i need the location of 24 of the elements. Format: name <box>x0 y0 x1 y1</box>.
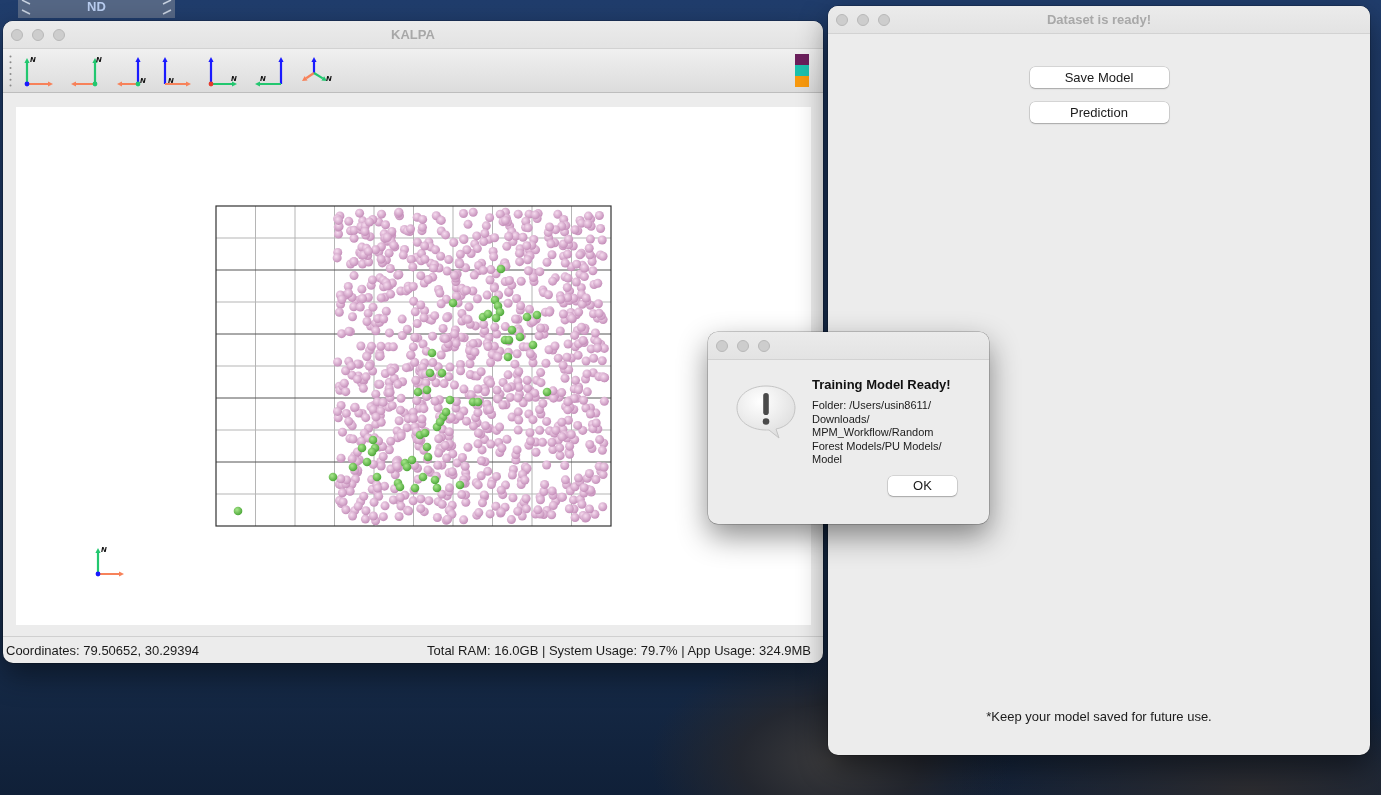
slash-marks-icon <box>162 0 172 15</box>
close-button[interactable] <box>11 28 23 41</box>
window-title: Dataset is ready! <box>1046 12 1152 27</box>
zoom-button[interactable] <box>878 13 890 26</box>
slash-marks-icon <box>21 0 31 15</box>
widget-label: ND <box>87 0 106 14</box>
grip-handle-icon[interactable] <box>9 54 12 87</box>
coordinates-text: Coordinates: 79.50652, 30.29394 <box>6 642 199 658</box>
minimize-button[interactable] <box>857 13 869 26</box>
zoom-button[interactable] <box>758 339 770 352</box>
prediction-button[interactable]: Prediction <box>1029 102 1169 123</box>
minimize-button[interactable] <box>32 28 44 41</box>
zoom-button[interactable] <box>53 28 65 41</box>
alert-icon <box>736 385 796 439</box>
save-model-button[interactable]: Save Model <box>1029 67 1169 88</box>
window-title: KALPA <box>391 27 435 42</box>
dialog-title: Training Model Ready! <box>812 377 951 393</box>
close-button[interactable] <box>836 13 848 26</box>
close-button[interactable] <box>716 339 728 352</box>
ok-button[interactable]: OK <box>888 475 957 496</box>
memory-usage-text: Total RAM: 16.0GB | System Usage: 79.7% | App Usage: 324.9MB <box>427 642 811 658</box>
note-text: *Keep your model saved for future use. <box>986 709 1212 724</box>
dialog-message: Folder: /Users/usin8611/ Downloads/ MPM_Workflow/Random Forest Models/PU Models/ Model <box>812 399 942 467</box>
minimize-button[interactable] <box>737 339 749 352</box>
